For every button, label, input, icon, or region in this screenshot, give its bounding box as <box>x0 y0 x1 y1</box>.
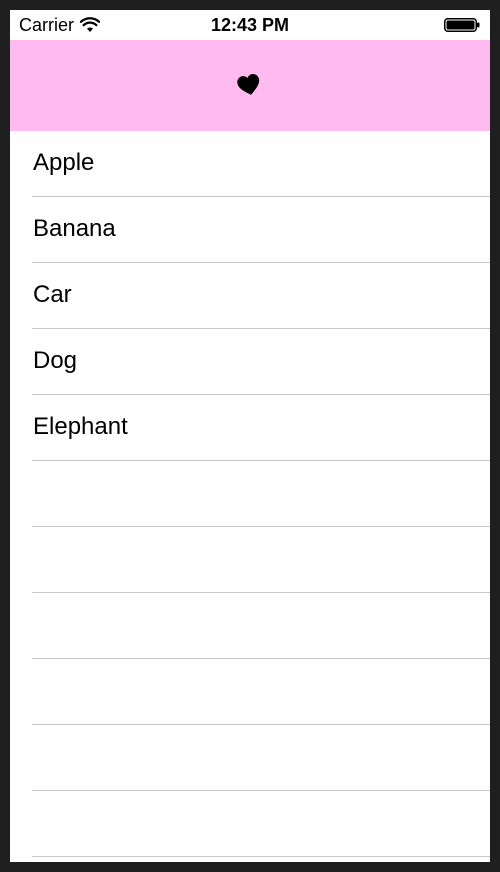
row-label: Elephant <box>33 413 128 440</box>
table-row[interactable] <box>10 527 490 593</box>
table-row[interactable] <box>10 791 490 857</box>
table-row[interactable]: Banana <box>10 197 490 263</box>
table-row[interactable]: Elephant <box>10 395 490 461</box>
row-label: Apple <box>33 149 95 176</box>
table-view: Apple Banana Car Dog Elephant <box>10 131 490 857</box>
table-row[interactable] <box>10 461 490 527</box>
row-label: Dog <box>33 347 78 374</box>
table-row[interactable]: Apple <box>10 131 490 197</box>
table-row[interactable] <box>10 659 490 725</box>
row-label: Banana <box>33 215 116 242</box>
navigation-bar <box>10 40 490 131</box>
table-row[interactable] <box>10 593 490 659</box>
phone-screen: Carrier 12:43 PM Apple Banana Car Dog El… <box>10 10 490 862</box>
row-separator <box>32 856 490 857</box>
table-row[interactable] <box>10 725 490 791</box>
status-bar: Carrier 12:43 PM <box>10 10 490 40</box>
row-label: Car <box>33 281 72 308</box>
battery-icon <box>444 18 480 32</box>
table-row[interactable]: Dog <box>10 329 490 395</box>
status-time: 12:43 PM <box>210 15 290 35</box>
table-row[interactable]: Car <box>10 263 490 329</box>
heart-icon[interactable] <box>236 72 262 98</box>
